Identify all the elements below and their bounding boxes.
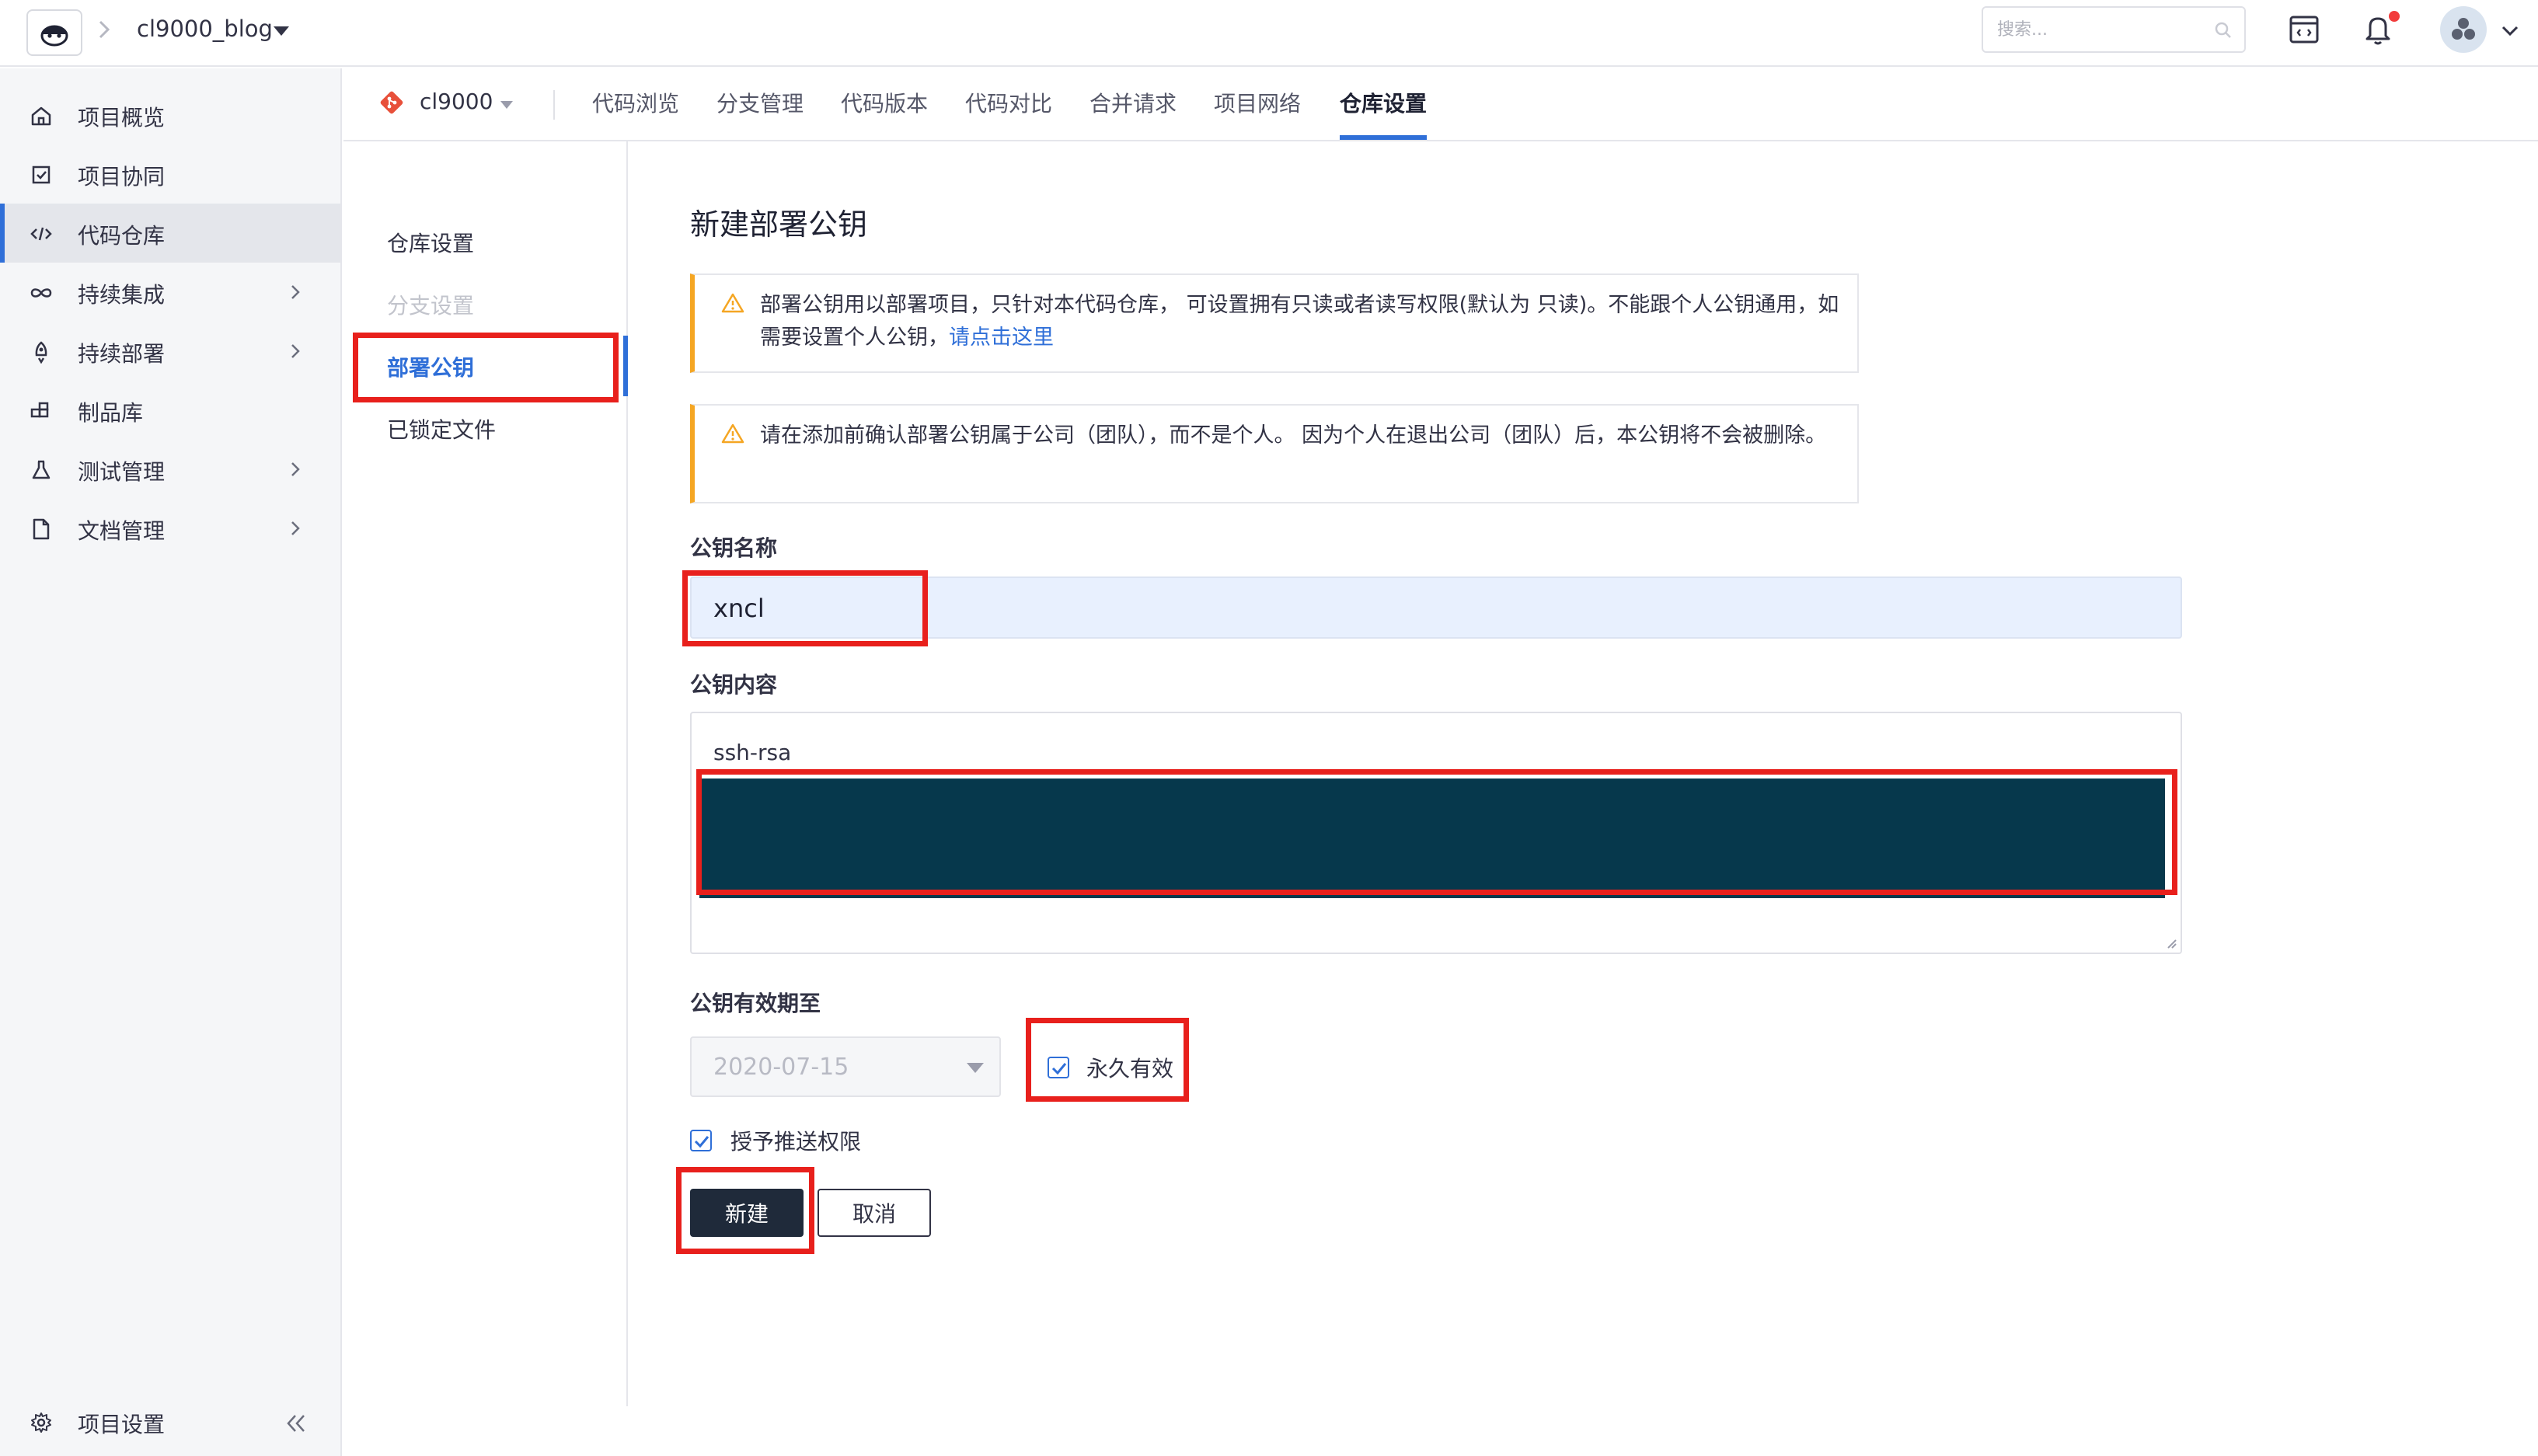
submenu-locked-files[interactable]: 已锁定文件	[387, 413, 496, 444]
submenu-repo-settings[interactable]: 仓库设置	[387, 227, 474, 258]
expiry-label: 公钥有效期至	[690, 991, 821, 1016]
permanent-label[interactable]: 永久有效	[1086, 1052, 1173, 1083]
package-icon	[30, 399, 53, 423]
tab-network[interactable]: 项目网络	[1214, 87, 1301, 118]
tab-commits[interactable]: 代码版本	[841, 87, 928, 118]
sidebar-item-label: 制品库	[78, 400, 144, 426]
sidebar-item-label: 持续部署	[78, 341, 166, 367]
robot-logo-icon	[40, 25, 68, 47]
breadcrumb-chevron-icon	[96, 16, 120, 47]
sidebar-item-overview[interactable]: 项目概览	[0, 85, 340, 145]
sidebar-item-ci[interactable]: 持续集成	[0, 263, 340, 322]
settings-submenu: 仓库设置 分支设置 部署公钥 已锁定文件	[343, 141, 628, 1406]
sidebar-item-collaboration[interactable]: 项目协同	[0, 145, 340, 204]
sidebar-item-project-settings[interactable]: 项目设置	[0, 1394, 340, 1453]
avatar[interactable]	[2440, 6, 2487, 53]
resize-grip-icon[interactable]	[2163, 935, 2177, 949]
caret-down-icon[interactable]	[274, 26, 289, 36]
chevron-down-icon[interactable]	[2499, 23, 2521, 39]
cancel-button[interactable]: 取消	[818, 1189, 931, 1237]
caret-down-icon[interactable]	[500, 101, 513, 109]
chevron-right-icon	[289, 283, 302, 301]
sidebar-item-label: 持续集成	[78, 282, 166, 308]
sidebar-item-label: 代码仓库	[78, 223, 166, 249]
tab-code-browse[interactable]: 代码浏览	[592, 87, 679, 118]
page-title: 新建部署公钥	[690, 207, 868, 242]
alert-message: 请在添加前确认部署公钥属于公司（团队），而不是个人。 因为个人在退出公司（团队）…	[760, 423, 1827, 448]
project-name[interactable]: cl9000_blog	[137, 16, 273, 42]
key-name-label: 公钥名称	[690, 535, 778, 561]
sidebar-item-label: 文档管理	[78, 518, 166, 544]
info-alert: 部署公钥用以部署项目，只针对本代码仓库， 可设置拥有只读或者读写权限(默认为 只…	[690, 273, 1859, 373]
notification-dot	[2389, 11, 2400, 22]
document-icon	[30, 517, 53, 541]
sidebar-item-label: 项目协同	[78, 164, 166, 190]
sidebar-item-label: 测试管理	[78, 459, 166, 485]
chevron-right-icon	[289, 342, 302, 361]
code-icon	[30, 222, 53, 246]
create-button[interactable]: 新建	[690, 1189, 804, 1237]
alert-text: 部署公钥用以部署项目，只针对本代码仓库， 可设置拥有只读或者读写权限(默认为 只…	[760, 293, 1839, 350]
permanent-checkbox[interactable]	[1048, 1057, 1069, 1078]
caret-down-icon	[967, 1063, 984, 1073]
window-icon[interactable]	[2288, 14, 2320, 45]
sidebar-item-testing[interactable]: 测试管理	[0, 440, 340, 499]
sidebar-item-label: 项目概览	[78, 105, 166, 131]
push-permission-checkbox[interactable]	[690, 1130, 712, 1151]
sidebar-item-cd[interactable]: 持续部署	[0, 322, 340, 381]
check-icon	[1051, 1063, 1067, 1075]
checkbox-icon	[30, 163, 53, 186]
key-name-input[interactable]	[713, 590, 2112, 626]
chevron-right-icon	[289, 460, 302, 479]
collapse-sidebar-icon[interactable]	[284, 1412, 308, 1434]
sidebar-item-code-repo[interactable]: 代码仓库	[0, 204, 340, 263]
infinity-icon	[30, 281, 53, 305]
expiry-date-select: 2020-07-15	[690, 1036, 1001, 1097]
tab-branches[interactable]: 分支管理	[716, 87, 804, 118]
tab-compare[interactable]: 代码对比	[965, 87, 1052, 118]
key-content-textarea[interactable]: ssh-rsa	[690, 712, 2182, 954]
rocket-icon	[30, 340, 53, 364]
divider	[553, 90, 555, 120]
git-repo-icon	[378, 89, 406, 117]
push-permission-label[interactable]: 授予推送权限	[730, 1125, 861, 1156]
sidebar-item-label: 项目设置	[78, 1412, 166, 1437]
chevron-right-icon	[289, 519, 302, 538]
warning-icon	[721, 423, 744, 444]
submenu-deploy-keys[interactable]: 部署公钥	[387, 351, 474, 382]
flask-icon	[30, 458, 53, 482]
tab-merge-requests[interactable]: 合并请求	[1089, 87, 1177, 118]
search-box[interactable]	[1982, 6, 2246, 53]
warning-icon	[721, 292, 744, 314]
key-content-label: 公钥内容	[690, 672, 778, 698]
key-name-field[interactable]	[690, 576, 2182, 639]
home-icon	[30, 104, 53, 127]
gear-icon	[30, 1411, 53, 1434]
redacted-key-block	[699, 779, 2165, 898]
expiry-date-value: 2020-07-15	[713, 1054, 849, 1081]
check-icon	[694, 1136, 709, 1148]
personal-key-link[interactable]: 请点击这里	[949, 326, 1054, 350]
warning-alert: 请在添加前确认部署公钥属于公司（团队），而不是个人。 因为个人在退出公司（团队）…	[690, 404, 1859, 503]
sidebar-item-artifacts[interactable]: 制品库	[0, 381, 340, 440]
submenu-branch-settings: 分支设置	[387, 293, 475, 319]
active-tab-indicator	[1340, 135, 1427, 140]
app-logo[interactable]	[26, 9, 82, 56]
alert-message: 部署公钥用以部署项目，只针对本代码仓库， 可设置拥有只读或者读写权限(默认为 只…	[760, 289, 1840, 354]
repo-selector[interactable]: cl9000	[420, 89, 493, 114]
sidebar: 项目概览 项目协同 代码仓库 持续集成 持续部署 制品库 测试管理 文档管理	[0, 68, 342, 1456]
key-content-text: ssh-rsa	[713, 740, 792, 765]
submenu-active-indicator	[623, 336, 628, 396]
sidebar-item-docs[interactable]: 文档管理	[0, 499, 340, 558]
tab-repo-settings[interactable]: 仓库设置	[1340, 87, 1427, 118]
search-input[interactable]	[1997, 16, 2199, 44]
search-icon[interactable]	[2213, 20, 2233, 40]
